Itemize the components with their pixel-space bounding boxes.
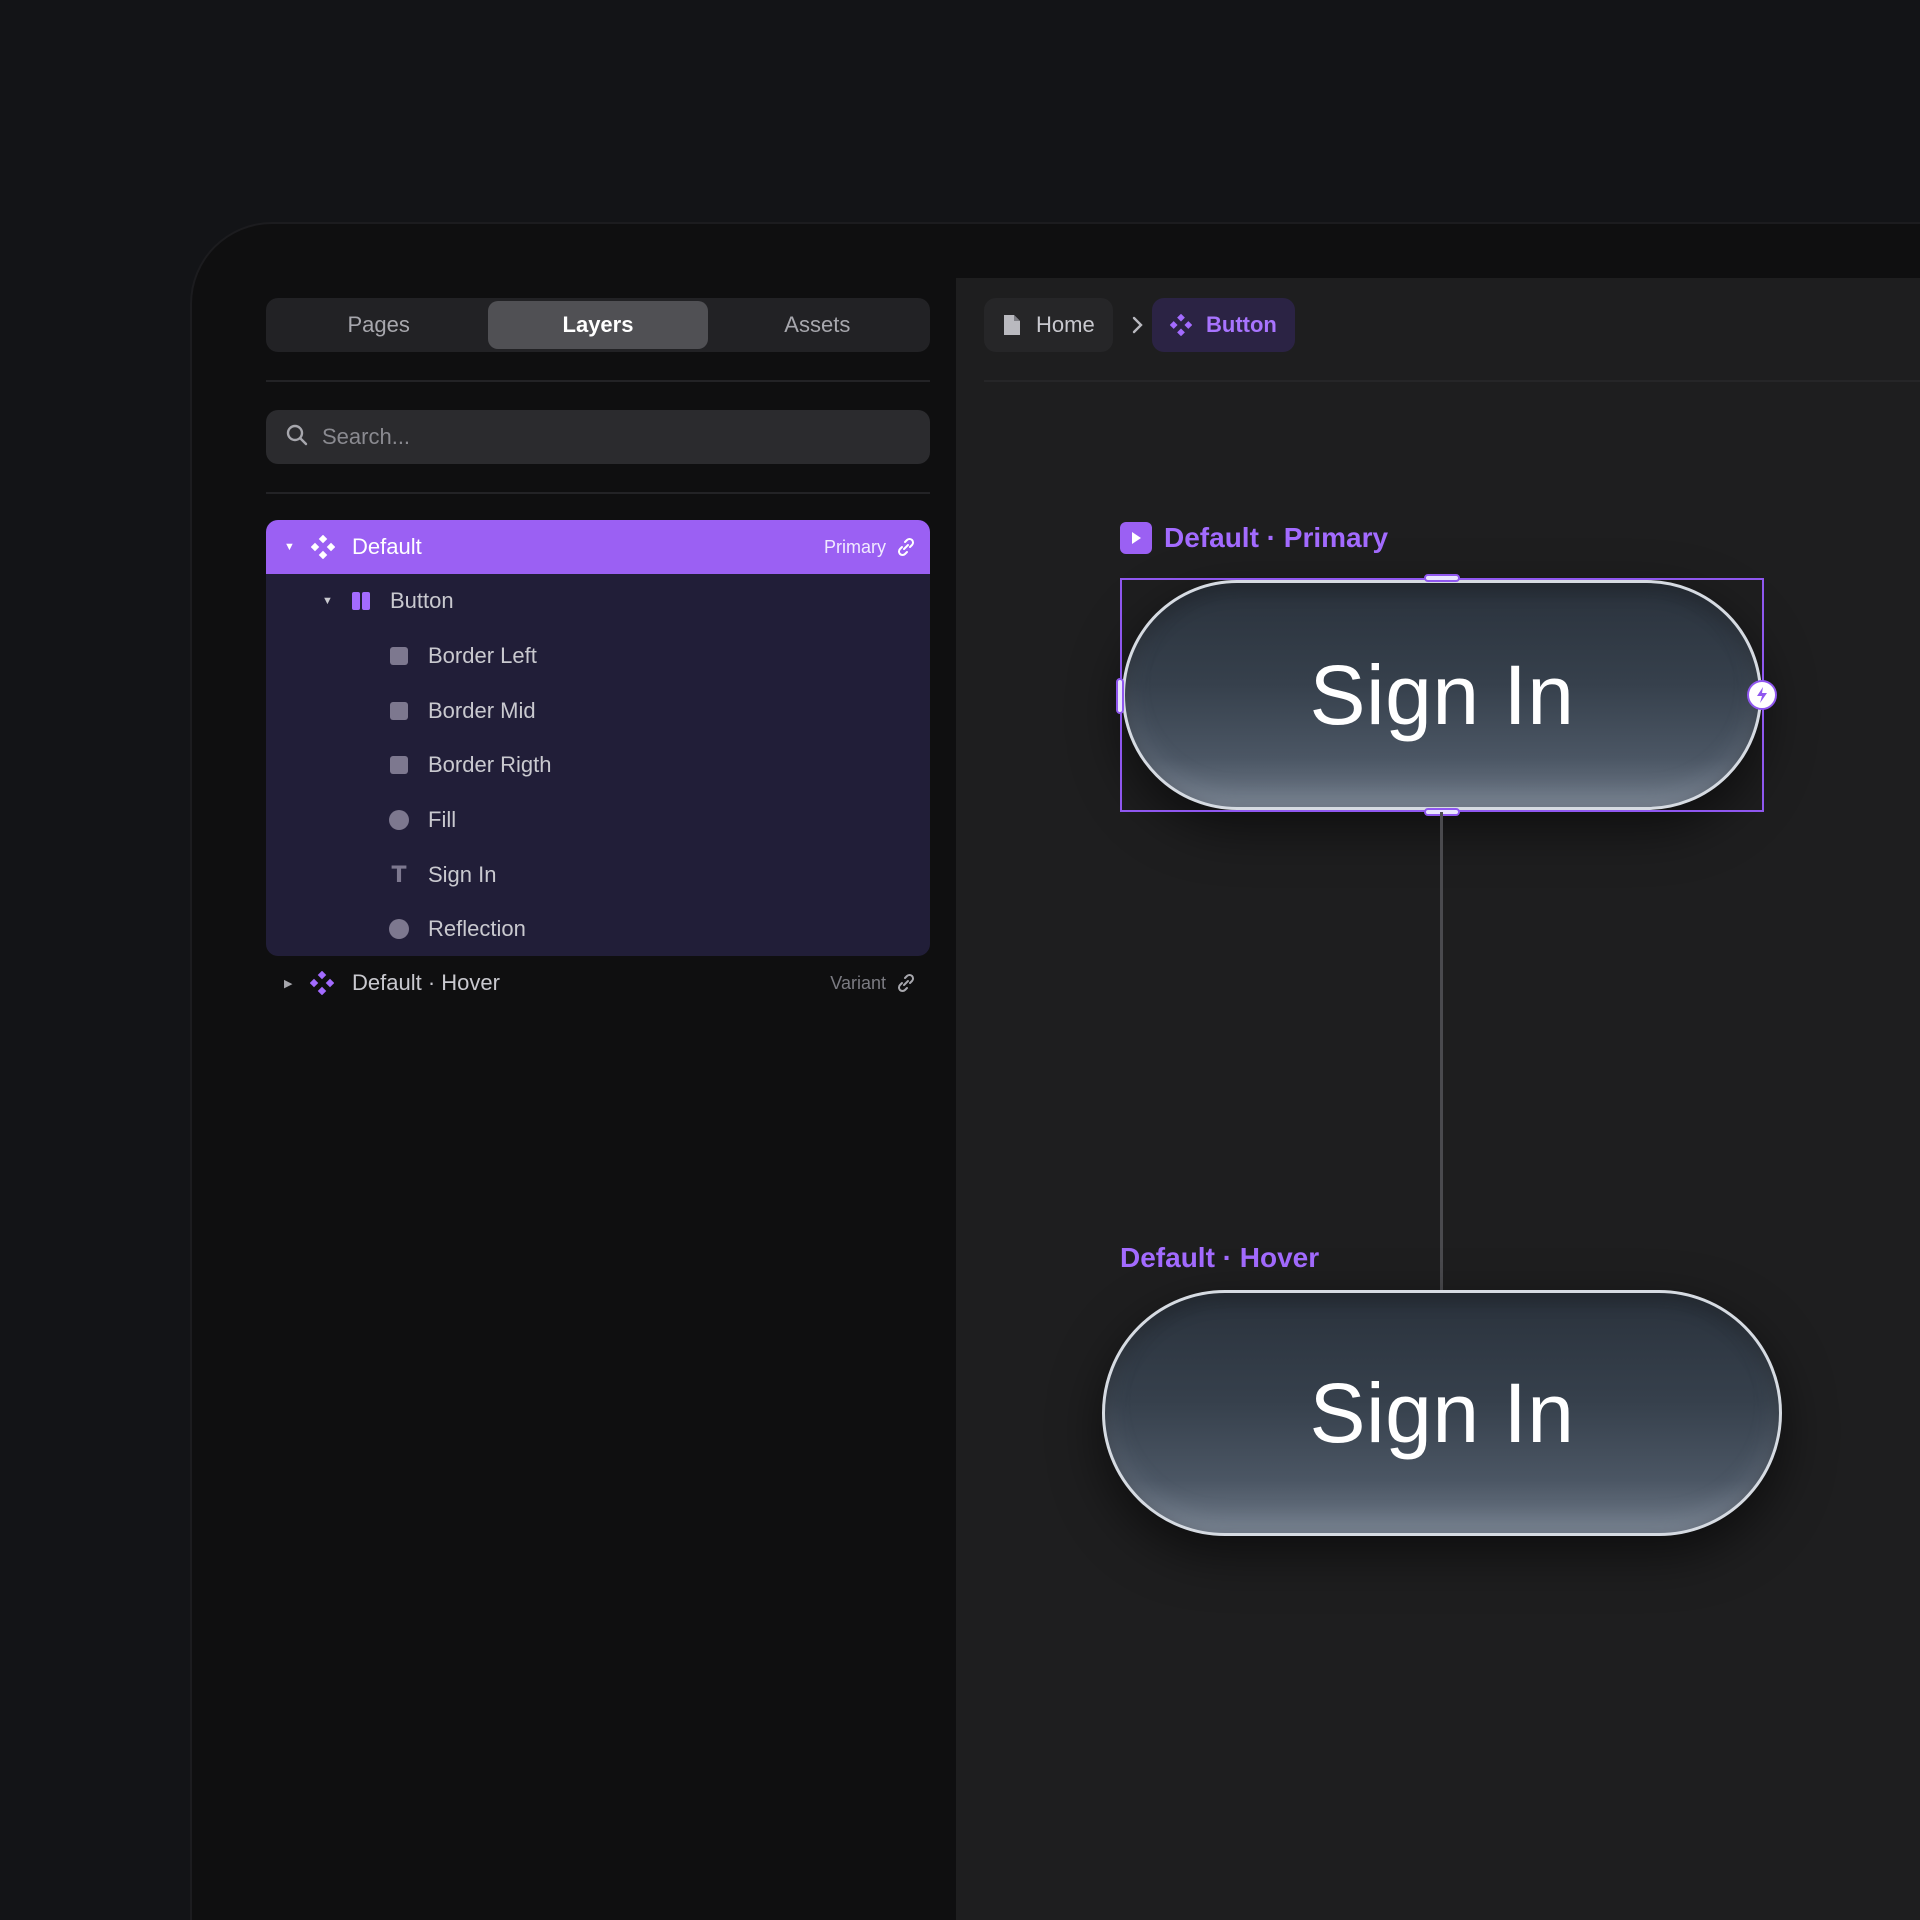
layer-row-button[interactable]: ▼ Button (266, 574, 930, 628)
prototype-connector (1440, 812, 1443, 1290)
layer-row-fill[interactable]: Fill (266, 793, 930, 847)
divider (266, 380, 930, 382)
tab-pages[interactable]: Pages (269, 301, 488, 349)
tab-assets[interactable]: Assets (708, 301, 927, 349)
caret-down-icon[interactable]: ▼ (322, 595, 333, 607)
layer-label: Default (352, 534, 422, 559)
link-icon[interactable] (896, 537, 916, 557)
divider (266, 492, 930, 494)
layer-row-sign-in[interactable]: T Sign In (266, 848, 930, 902)
sign-in-button-hover[interactable]: Sign In (1102, 1290, 1782, 1536)
play-icon (1120, 522, 1152, 554)
layer-label: Border Left (428, 643, 537, 668)
divider (984, 380, 1920, 382)
app-window: Pages Layers Assets Search... ▼ Default … (190, 222, 1920, 1920)
component-icon (1170, 314, 1192, 336)
link-icon[interactable] (896, 973, 916, 993)
layer-label: Sign In (428, 862, 497, 887)
layer-row-default-hover[interactable]: ▶ Default · Hover Variant (266, 956, 930, 1010)
resize-handle-top[interactable] (1424, 574, 1460, 582)
panel-tabs: Pages Layers Assets (266, 298, 930, 352)
search-placeholder: Search... (322, 424, 411, 449)
rectangle-icon (386, 698, 412, 724)
text-icon: T (391, 862, 407, 888)
breadcrumb-button[interactable]: Button (1152, 298, 1295, 352)
tab-layers[interactable]: Layers (488, 301, 708, 349)
frame-label-primary[interactable]: Default · Primary (1120, 522, 1388, 554)
ellipse-icon (386, 807, 412, 833)
layer-label: Default · Hover (352, 970, 500, 995)
layer-row-default[interactable]: ▼ Default Primary (266, 520, 930, 574)
layer-label: Button (390, 588, 454, 613)
ellipse-icon (386, 916, 412, 942)
variant-badge: Variant (830, 972, 886, 993)
selection-box (1120, 578, 1764, 812)
caret-right-icon[interactable]: ▶ (284, 977, 292, 990)
frame-label-hover[interactable]: Default · Hover (1120, 1242, 1319, 1274)
resize-handle-left[interactable] (1116, 678, 1124, 714)
frame-label-text: Default · Primary (1164, 522, 1389, 553)
layer-row-border-mid[interactable]: Border Mid (266, 684, 930, 738)
breadcrumb-home[interactable]: Home (984, 298, 1113, 352)
component-icon (310, 971, 334, 995)
layer-row-reflection[interactable]: Reflection (266, 902, 930, 956)
layer-tree-selected-group: ▼ Default Primary ▼ Button Border Left B… (266, 520, 930, 956)
layer-label: Reflection (428, 916, 526, 941)
caret-down-icon[interactable]: ▼ (284, 541, 295, 553)
layer-label: Border Mid (428, 698, 536, 723)
bolt-icon[interactable] (1747, 680, 1777, 710)
variant-badge: Primary (824, 536, 886, 557)
layer-label: Border Rigth (428, 752, 552, 777)
layer-row-border-left[interactable]: Border Left (266, 629, 930, 683)
component-icon (310, 534, 336, 560)
layer-label: Fill (428, 807, 457, 832)
stack-icon (348, 588, 374, 614)
chevron-right-icon (1130, 316, 1146, 339)
rectangle-icon (386, 643, 412, 669)
breadcrumb-home-label: Home (1036, 312, 1095, 337)
file-icon (1002, 313, 1022, 337)
breadcrumb-button-label: Button (1206, 312, 1277, 337)
search-input[interactable]: Search... (266, 410, 930, 464)
button-text: Sign In (1309, 1365, 1575, 1460)
search-icon (286, 424, 308, 451)
rectangle-icon (386, 752, 412, 778)
design-canvas[interactable]: Home Button Default · Primary Sign In De… (956, 278, 1920, 1920)
frame-label-text: Default · Hover (1120, 1242, 1320, 1273)
layer-row-border-right[interactable]: Border Rigth (266, 738, 930, 792)
